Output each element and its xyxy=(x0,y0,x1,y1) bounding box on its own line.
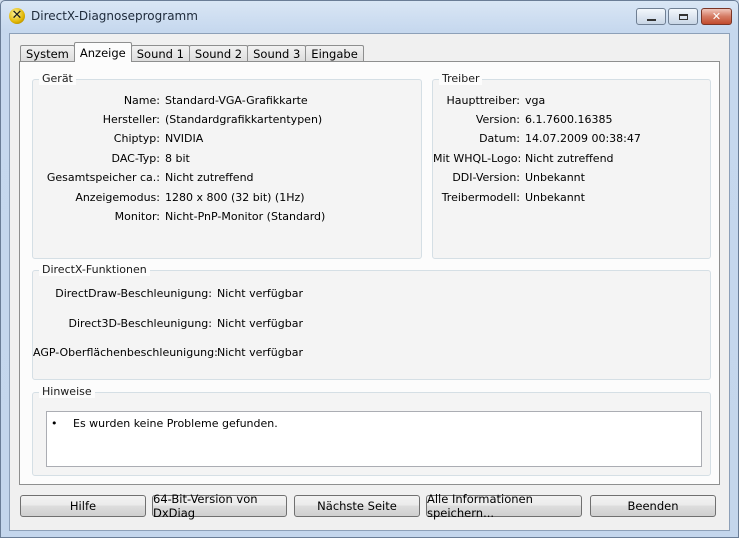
window-title: DirectX-Diagnoseprogramm xyxy=(31,9,198,23)
close-icon: ✕ xyxy=(711,10,722,23)
notes-group: Hinweise • Es wurden keine Probleme gefu… xyxy=(32,385,711,476)
notes-text: Es wurden keine Probleme gefunden. xyxy=(73,417,278,430)
dxdiag-window: ✕ DirectX-Diagnoseprogramm ✕ System Anze… xyxy=(0,0,739,538)
directx-features-group: DirectX-Funktionen DirectDraw-Beschleuni… xyxy=(32,263,711,380)
tab-anzeige[interactable]: Anzeige xyxy=(73,42,132,62)
next-page-button[interactable]: Nächste Seite xyxy=(294,495,420,517)
64bit-dxdiag-button[interactable]: 64-Bit-Version von DxDiag xyxy=(152,492,287,520)
driver-group-title: Treiber xyxy=(439,72,483,85)
maximize-icon xyxy=(678,13,688,20)
tab-sound-2[interactable]: Sound 2 xyxy=(188,45,249,62)
save-all-info-button[interactable]: Alle Informationen speichern... xyxy=(426,492,582,520)
tab-sound-3[interactable]: Sound 3 xyxy=(247,45,307,62)
device-group: Gerät Name: Standard-VGA-Grafikkarte Her… xyxy=(32,72,422,259)
tab-strip: System Anzeige Sound 1 Sound 2 Sound 3 E… xyxy=(20,42,364,62)
exit-button[interactable]: Beenden xyxy=(590,495,716,517)
tab-eingabe[interactable]: Eingabe xyxy=(305,45,364,62)
notes-bullet: • xyxy=(51,417,58,430)
driver-group: Treiber Haupttreiber: vga Version: 6.1.7… xyxy=(432,72,711,259)
notes-group-title: Hinweise xyxy=(39,385,95,398)
device-group-title: Gerät xyxy=(39,72,76,85)
tab-panel-anzeige: Gerät Name: Standard-VGA-Grafikkarte Her… xyxy=(19,61,720,485)
directx-icon: ✕ xyxy=(9,8,25,24)
minimize-icon xyxy=(646,18,656,21)
close-button[interactable]: ✕ xyxy=(701,8,732,25)
minimize-button[interactable] xyxy=(636,8,666,25)
tab-sound-1[interactable]: Sound 1 xyxy=(130,45,190,62)
directx-features-title: DirectX-Funktionen xyxy=(39,263,150,276)
dialog-client: System Anzeige Sound 1 Sound 2 Sound 3 E… xyxy=(9,33,730,531)
help-button[interactable]: Hilfe xyxy=(20,495,146,517)
tab-system[interactable]: System xyxy=(20,45,75,62)
title-bar[interactable]: ✕ DirectX-Diagnoseprogramm ✕ xyxy=(1,1,738,33)
maximize-button[interactable] xyxy=(668,8,698,25)
notes-textbox[interactable]: • Es wurden keine Probleme gefunden. xyxy=(46,411,702,467)
